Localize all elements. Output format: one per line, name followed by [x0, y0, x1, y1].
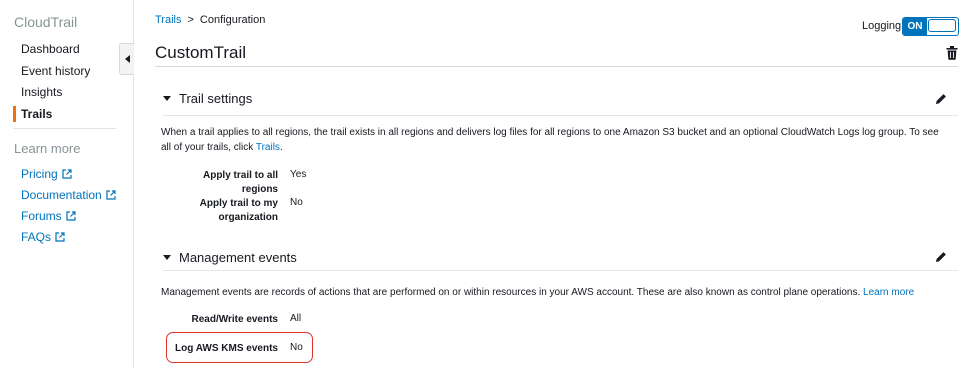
sidebar-item-dashboard[interactable]: Dashboard — [21, 42, 80, 56]
sidebar-item-trails[interactable]: Trails — [21, 107, 52, 121]
breadcrumb-link-trails[interactable]: Trails — [155, 14, 181, 26]
toggle-knob — [928, 19, 956, 32]
sidebar-link-faqs[interactable]: FAQs — [21, 230, 65, 244]
trail-settings-title: Trail settings — [179, 91, 253, 106]
collapse-sidebar-button[interactable] — [119, 43, 134, 75]
learn-more-heading: Learn more — [14, 141, 81, 156]
caret-down-icon — [163, 96, 171, 101]
sidebar-title: CloudTrail — [14, 14, 78, 30]
external-link-icon — [55, 232, 65, 242]
sidebar-link-label: Documentation — [21, 188, 102, 202]
field-value-read-write: All — [290, 313, 302, 324]
breadcrumb-separator: > — [187, 14, 194, 26]
external-link-icon — [66, 211, 76, 221]
sidebar-link-forums[interactable]: Forums — [21, 209, 76, 223]
caret-down-icon — [163, 255, 171, 260]
section-divider — [163, 270, 958, 271]
highlight-annotation — [166, 332, 313, 363]
page-title: CustomTrail — [155, 43, 246, 62]
breadcrumb-current: Configuration — [199, 14, 266, 26]
sidebar-link-pricing[interactable]: Pricing — [21, 167, 72, 181]
title-divider — [155, 66, 958, 67]
learn-more-link[interactable]: Learn more — [863, 287, 914, 298]
sidebar-link-documentation[interactable]: Documentation — [21, 188, 116, 202]
field-value-apply-all-regions: Yes — [290, 169, 307, 180]
management-events-title: Management events — [179, 250, 297, 265]
field-label-apply-organization: Apply trail to my organization — [199, 198, 278, 223]
trail-settings-header[interactable]: Trail settings — [163, 91, 252, 106]
section-divider — [163, 115, 958, 116]
description-end: . — [279, 142, 283, 153]
sidebar-link-label: FAQs — [21, 230, 52, 244]
management-events-description: Management events are records of actions… — [161, 285, 951, 300]
sidebar-item-insights[interactable]: Insights — [21, 85, 62, 99]
sidebar-item-event-history[interactable]: Event history — [21, 64, 90, 78]
logging-label: Logging — [862, 20, 902, 32]
description-text: Management events are records of actions… — [161, 287, 861, 298]
field-label-apply-all-regions: Apply trail to all regions — [202, 170, 278, 195]
edit-icon[interactable] — [935, 93, 947, 105]
external-link-icon — [106, 190, 116, 200]
sidebar: CloudTrail Dashboard Event history Insig… — [0, 0, 134, 368]
edit-icon[interactable] — [935, 251, 947, 263]
breadcrumb: Trails > Configuration — [155, 14, 265, 26]
logging-toggle[interactable]: ON — [902, 17, 959, 36]
field-value-apply-organization: No — [290, 197, 303, 208]
external-link-icon — [62, 169, 72, 179]
sidebar-link-label: Forums — [21, 209, 62, 223]
field-label-read-write: Read/Write events — [191, 314, 278, 325]
logging-state: ON — [903, 18, 927, 35]
sidebar-link-label: Pricing — [21, 167, 58, 181]
caret-left-icon — [124, 55, 130, 63]
trail-settings-description: When a trail applies to all regions, the… — [161, 125, 951, 155]
management-events-header[interactable]: Management events — [163, 250, 297, 265]
sidebar-divider — [13, 128, 116, 129]
trails-link[interactable]: Trails — [256, 142, 280, 153]
active-indicator — [13, 106, 16, 122]
trash-icon[interactable] — [946, 46, 958, 60]
